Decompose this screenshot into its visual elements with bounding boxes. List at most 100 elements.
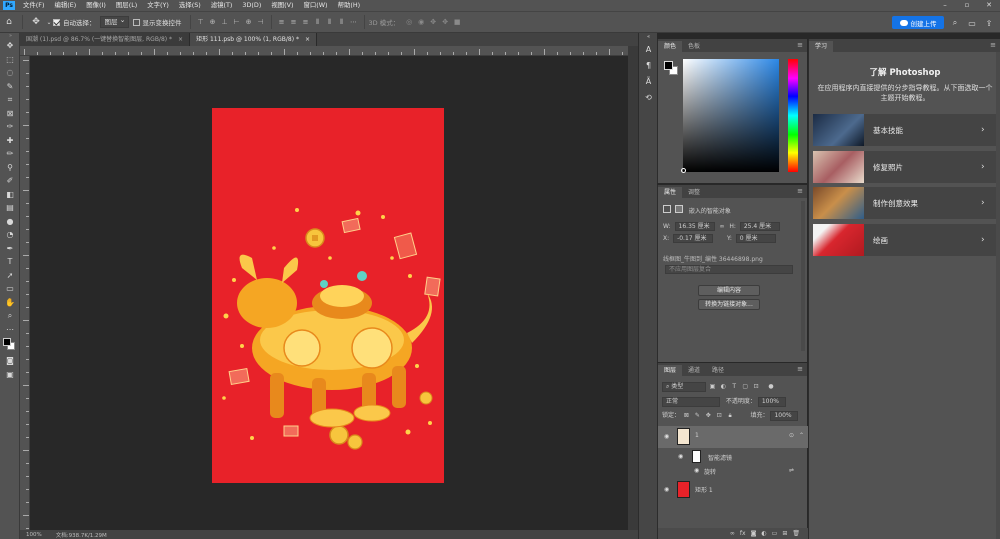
panel-menu-icon[interactable]: ≡	[797, 187, 803, 195]
align-hcenter-icon[interactable]: ⊕	[243, 16, 255, 28]
distribute-hcenter-icon[interactable]: ⦀	[324, 16, 336, 28]
width-field[interactable]: 16.35 厘米	[674, 222, 715, 231]
tab-document-2[interactable]: 矩形 111.psb @ 100% (1, RGB/8) * ×	[190, 33, 317, 46]
auto-select-dropdown[interactable]: 图层	[99, 15, 129, 28]
crop-tool-icon[interactable]: ⌗	[0, 93, 20, 107]
clone-stamp-tool-icon[interactable]: ⚲	[0, 161, 20, 175]
lock-pixels-icon[interactable]: ✎	[693, 412, 702, 419]
tab-adjustments[interactable]: 调整	[682, 187, 706, 198]
move-tool-icon[interactable]: ✥	[27, 14, 45, 30]
tab-layers[interactable]: 图层	[658, 365, 683, 376]
close-tab-icon[interactable]: ×	[178, 33, 183, 46]
tab-learn[interactable]: 学习	[809, 41, 834, 52]
y-field[interactable]: 0 厘米	[735, 234, 776, 243]
3d-slide-icon[interactable]: ✥	[439, 16, 451, 28]
fill-field[interactable]: 100%	[770, 411, 799, 421]
layer-filter-dropdown[interactable]: ⌕ 类型	[662, 382, 706, 392]
align-left-icon[interactable]: ⊢	[231, 16, 243, 28]
character-panel-icon[interactable]: A	[639, 41, 658, 57]
tab-properties[interactable]: 属性	[658, 187, 683, 198]
panel-menu-icon[interactable]: ≡	[797, 365, 803, 373]
3d-orbit-icon[interactable]: ◎	[403, 16, 415, 28]
height-field[interactable]: 25.4 厘米	[739, 222, 780, 231]
lock-transparent-icon[interactable]: ⊠	[682, 412, 691, 419]
quick-select-tool-icon[interactable]: ✎	[0, 80, 20, 94]
panel-menu-icon[interactable]: ≡	[797, 41, 803, 49]
edit-contents-button[interactable]: 编辑内容	[698, 285, 760, 296]
align-vcenter-icon[interactable]: ⊕	[207, 16, 219, 28]
hue-slider[interactable]	[788, 59, 798, 172]
paragraph-panel-icon[interactable]: ¶	[639, 57, 658, 73]
visibility-eye-icon[interactable]: ◉	[664, 486, 669, 493]
frame-tool-icon[interactable]: ⊠	[0, 107, 20, 121]
filter-smart-object-icon[interactable]: ⊡	[752, 383, 761, 390]
brush-tool-icon[interactable]: ✏	[0, 147, 20, 161]
color-picker-marker[interactable]	[681, 168, 686, 173]
link-icon[interactable]: ∞	[719, 223, 724, 230]
filter-adjustment-icon[interactable]: ◐	[719, 383, 728, 390]
cloud-upload-button[interactable]: 创建上传	[892, 16, 944, 29]
gradient-tool-icon[interactable]: ▤	[0, 201, 20, 215]
new-group-icon[interactable]: ▭	[772, 530, 778, 537]
filter-shape-icon[interactable]: ▢	[741, 383, 750, 390]
learn-card-fix-photo[interactable]: 修复照片 ›	[813, 151, 997, 183]
layer-row-2[interactable]: ◉ 矩形 1	[658, 479, 808, 501]
zoom-level[interactable]: 100%	[26, 532, 42, 538]
distribute-bottom-icon[interactable]: ≡	[300, 16, 312, 28]
history-brush-tool-icon[interactable]: ✐	[0, 174, 20, 188]
history-panel-icon[interactable]: ⟲	[639, 89, 658, 105]
visibility-eye-icon[interactable]: ◉	[694, 467, 699, 474]
home-icon[interactable]: ⌂	[0, 14, 18, 30]
more-tools-icon[interactable]: ⋯	[0, 323, 20, 337]
tab-channels[interactable]: 通道	[682, 365, 706, 376]
zoom-tool-icon[interactable]: ⌕	[0, 309, 20, 323]
blur-tool-icon[interactable]: ●	[0, 215, 20, 229]
expand-arrow-icon[interactable]: ⌃	[799, 432, 804, 439]
glyphs-panel-icon[interactable]: Ã	[639, 73, 658, 89]
visibility-eye-icon[interactable]: ◉	[664, 433, 669, 440]
smart-filters-row[interactable]: ◉ 智能滤镜	[658, 449, 808, 465]
3d-pan-icon[interactable]: ✥	[427, 16, 439, 28]
foreground-color-swatch[interactable]	[3, 338, 11, 346]
menu-filter[interactable]: 滤镜(T)	[206, 0, 238, 11]
share-icon[interactable]: ⇪	[982, 16, 996, 30]
blend-mode-dropdown[interactable]: 正常	[662, 397, 720, 407]
menu-window[interactable]: 窗口(W)	[298, 0, 332, 11]
filter-type-icon[interactable]: T	[730, 383, 739, 390]
menu-3d[interactable]: 3D(D)	[237, 0, 266, 11]
foreground-background-swatch[interactable]	[0, 336, 20, 354]
adjustment-layer-icon[interactable]: ◐	[761, 530, 766, 537]
distribute-top-icon[interactable]: ≡	[276, 16, 288, 28]
convert-to-linked-button[interactable]: 转换为链接对象...	[698, 299, 760, 310]
lasso-tool-icon[interactable]: ◌	[0, 66, 20, 80]
tab-document-1[interactable]: 国潮 (1).psd @ 86.7% (一键替换智能图层, RGB/8) * ×	[20, 33, 191, 46]
document-canvas[interactable]	[212, 108, 444, 483]
lock-position-icon[interactable]: ✥	[704, 412, 713, 419]
more-options-icon[interactable]: ⋯	[348, 16, 360, 28]
workspace-icon[interactable]: ▭	[965, 16, 979, 30]
menu-view[interactable]: 视图(V)	[266, 0, 298, 11]
visibility-eye-icon[interactable]: ◉	[678, 453, 683, 460]
panel-menu-icon[interactable]: ≡	[990, 41, 996, 49]
align-top-icon[interactable]: ⊤	[195, 16, 207, 28]
tab-swatches[interactable]: 色板	[682, 41, 706, 52]
filter-name[interactable]: 旋转	[704, 467, 716, 476]
dodge-tool-icon[interactable]: ◔	[0, 228, 20, 242]
lock-all-icon[interactable]: 🔒︎	[726, 412, 735, 420]
eyedropper-tool-icon[interactable]: ✑	[0, 120, 20, 134]
quick-mask-icon[interactable]: ◙	[0, 354, 20, 368]
show-transform-checkbox[interactable]	[132, 18, 140, 26]
distribute-right-icon[interactable]: ⦀	[336, 16, 348, 28]
learn-card-painting[interactable]: 绘画 ›	[813, 224, 997, 256]
filter-item-row[interactable]: ◉ 旋转 ⇌	[658, 465, 808, 477]
3d-scale-icon[interactable]: ■	[451, 16, 463, 28]
type-tool-icon[interactable]: T	[0, 255, 20, 269]
add-mask-icon[interactable]: ◙	[751, 530, 757, 537]
pen-tool-icon[interactable]: ✒	[0, 242, 20, 256]
menu-type[interactable]: 文字(Y)	[142, 0, 174, 11]
filter-options-icon[interactable]: ⇌	[789, 467, 794, 474]
close-tab-icon[interactable]: ×	[305, 33, 310, 46]
layer-name[interactable]: 矩形 1	[695, 485, 713, 494]
align-right-icon[interactable]: ⊣	[255, 16, 267, 28]
fx-icon[interactable]: fx	[740, 530, 746, 537]
